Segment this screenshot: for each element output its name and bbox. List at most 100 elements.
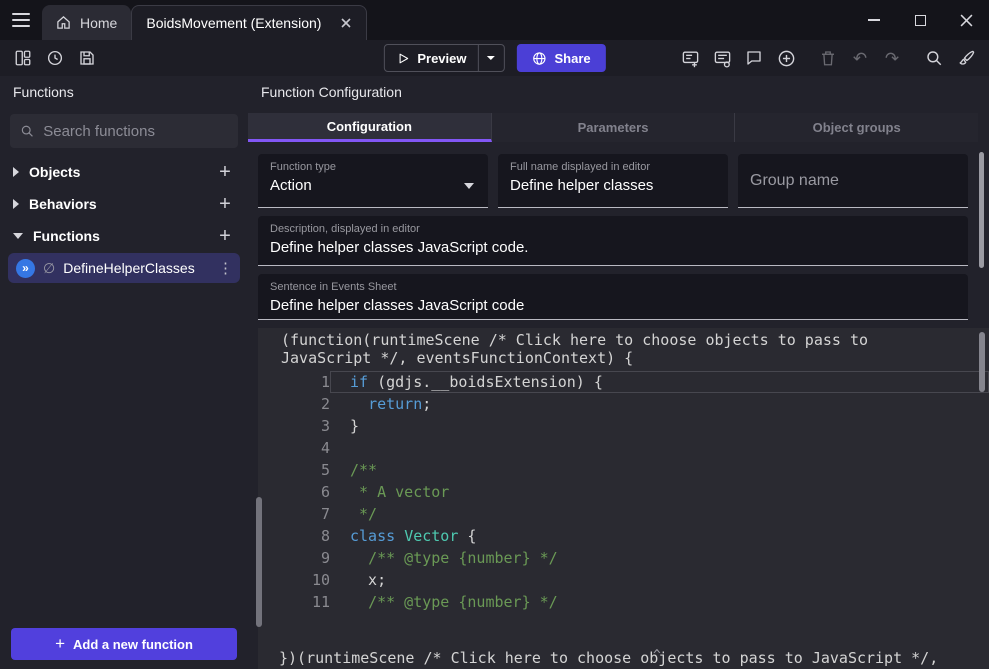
code-line[interactable]: 4 [258, 437, 989, 459]
code-line[interactable]: 5/** [258, 459, 989, 481]
code-line[interactable]: 7 */ [258, 503, 989, 525]
full-name-field[interactable]: Full name displayed in editor Define hel… [498, 154, 728, 208]
paint-brush-icon [957, 49, 976, 68]
code-line[interactable]: 8class Vector { [258, 525, 989, 547]
code-text: if (gdjs.__boidsExtension) { [330, 371, 989, 393]
line-number: 10 [258, 569, 330, 591]
comment-button[interactable] [739, 43, 769, 73]
titlebar: Home BoidsMovement (Extension) [0, 0, 989, 40]
share-button[interactable]: Share [517, 44, 606, 72]
line-number: 2 [258, 393, 330, 415]
code-line[interactable]: 3} [258, 415, 989, 437]
function-type-label: Function type [270, 161, 476, 173]
search-functions-box[interactable] [10, 114, 238, 148]
list-settings-icon [713, 49, 732, 68]
history-clock-icon [46, 49, 64, 67]
code-text: class Vector { [330, 525, 989, 547]
code-line[interactable]: 1if (gdjs.__boidsExtension) { [258, 371, 989, 393]
code-line[interactable]: 11 /** @type {number} */ [258, 591, 989, 613]
sidebar-section-objects[interactable]: Objects + [0, 156, 248, 188]
toolbar-center-group: Preview Share [383, 44, 605, 72]
project-manager-button[interactable] [8, 43, 38, 73]
line-number: 6 [258, 481, 330, 503]
code-line[interactable]: 2 return; [258, 393, 989, 415]
sidebar-title: Functions [0, 76, 248, 108]
add-object-button[interactable]: + [215, 162, 235, 182]
preview-button[interactable]: Preview [383, 44, 504, 72]
line-number: 4 [258, 437, 330, 459]
page-title: Function Configuration [248, 76, 989, 108]
search-button[interactable] [919, 43, 949, 73]
open-behaviors-list-button[interactable] [707, 43, 737, 73]
functions-sidebar: Functions Objects + Behaviors + F [0, 76, 248, 669]
minimize-button[interactable] [851, 0, 897, 40]
history-button[interactable] [40, 43, 70, 73]
code-header-line: JavaScript */, eventsFunctionContext) { [258, 349, 989, 367]
javascript-code-editor[interactable]: (function(runtimeScene /* Click here to … [258, 328, 989, 669]
sentence-label: Sentence in Events Sheet [270, 281, 956, 293]
tab-project-label: BoidsMovement (Extension) [146, 15, 321, 31]
maximize-button[interactable] [897, 0, 943, 40]
layout-grid-icon [14, 49, 32, 67]
line-number: 3 [258, 415, 330, 437]
function-icon: » [16, 259, 35, 278]
code-text: */ [330, 503, 989, 525]
code-text: /** @type {number} */ [330, 547, 989, 569]
hamburger-menu-button[interactable] [0, 0, 42, 40]
tab-home[interactable]: Home [42, 5, 131, 40]
sidebar-section-behaviors[interactable]: Behaviors + [0, 188, 248, 220]
code-scrollbar[interactable] [979, 332, 985, 392]
function-type-select[interactable]: Function type Action [258, 154, 488, 208]
left-scrollbar[interactable] [256, 497, 262, 627]
chevron-right-icon [13, 199, 19, 209]
code-line[interactable]: 10 x; [258, 569, 989, 591]
line-number: 7 [258, 503, 330, 525]
theme-button[interactable] [951, 43, 981, 73]
toolbar: Preview Share [0, 40, 989, 76]
preview-options-button[interactable] [478, 45, 504, 71]
tab-parameters[interactable]: Parameters [492, 113, 736, 142]
close-window-button[interactable] [943, 0, 989, 40]
globe-icon [532, 51, 547, 66]
caret-up-icon[interactable]: ^ [653, 648, 661, 663]
open-functions-list-button[interactable] [675, 43, 705, 73]
function-options-icon[interactable]: ⋮ [218, 259, 232, 277]
add-button[interactable] [771, 43, 801, 73]
add-new-function-button[interactable]: + Add a new function [11, 628, 237, 660]
sentence-field[interactable]: Sentence in Events Sheet Define helper c… [258, 274, 968, 320]
line-number: 11 [258, 591, 330, 613]
function-item-definehelperclasses[interactable]: » ∅ DefineHelperClasses ⋮ [8, 253, 240, 283]
add-function-quick-button[interactable]: + [215, 226, 235, 246]
line-number: 5 [258, 459, 330, 481]
tab-configuration[interactable]: Configuration [248, 113, 492, 142]
code-text: } [330, 415, 989, 437]
search-functions-input[interactable] [43, 123, 228, 140]
function-configuration-panel: Function Configuration Configuration Par… [248, 76, 989, 669]
group-name-field[interactable]: Group name [738, 154, 968, 208]
line-number: 9 [258, 547, 330, 569]
close-tab-icon[interactable] [340, 17, 352, 29]
code-header[interactable]: (function(runtimeScene /* Click here to … [258, 331, 989, 367]
code-line[interactable]: 6 * A vector [258, 481, 989, 503]
tab-object-groups[interactable]: Object groups [735, 113, 978, 142]
save-button[interactable] [72, 43, 102, 73]
tab-project[interactable]: BoidsMovement (Extension) [131, 5, 367, 40]
config-scrollbar[interactable] [979, 152, 984, 268]
preview-main[interactable]: Preview [384, 45, 477, 71]
sentence-value: Define helper classes JavaScript code [270, 297, 524, 314]
chevron-down-icon [486, 53, 496, 63]
function-type-value: Action [270, 177, 312, 194]
redo-button[interactable]: ↷ [877, 43, 907, 73]
code-line[interactable]: 9 /** @type {number} */ [258, 547, 989, 569]
configuration-tabs: Configuration Parameters Object groups [248, 113, 978, 142]
sidebar-section-functions[interactable]: Functions + [0, 220, 248, 252]
code-text [330, 437, 989, 459]
full-name-label: Full name displayed in editor [510, 161, 716, 173]
description-field[interactable]: Description, displayed in editor Define … [258, 216, 968, 266]
undo-button[interactable]: ↶ [845, 43, 875, 73]
redo-icon: ↷ [885, 50, 899, 67]
add-behavior-button[interactable]: + [215, 194, 235, 214]
delete-button[interactable] [813, 43, 843, 73]
code-lines: 1if (gdjs.__boidsExtension) {2 return;3}… [258, 371, 989, 613]
line-number: 8 [258, 525, 330, 547]
